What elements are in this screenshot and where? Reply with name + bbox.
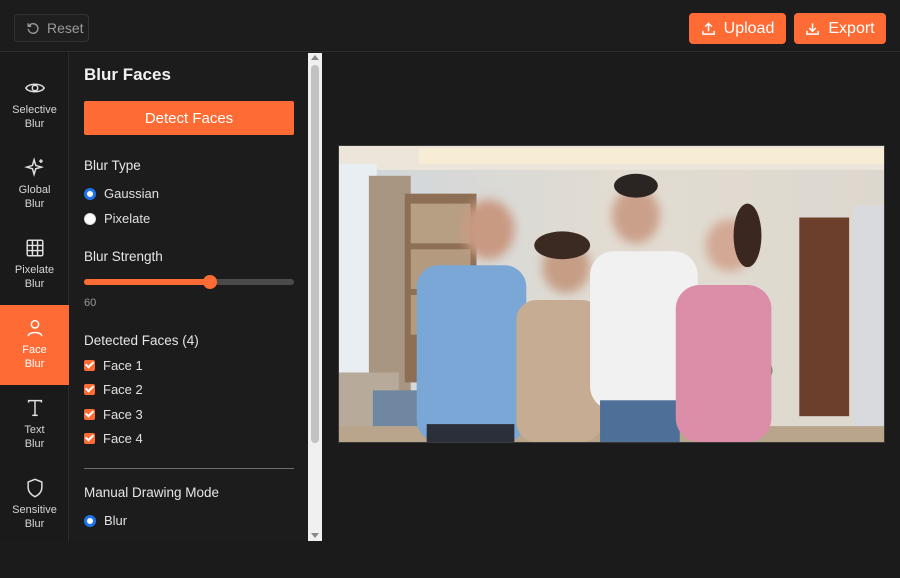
tool-sensitive-blur[interactable]: Sensitive Blur	[0, 465, 69, 545]
checkbox[interactable]	[84, 409, 95, 420]
blur-strength-value: 60	[84, 297, 97, 309]
tool-label: Blur	[24, 438, 45, 450]
checkbox[interactable]	[84, 384, 95, 395]
eye-icon	[24, 83, 45, 93]
tool-selective-blur[interactable]: Selective Blur	[0, 65, 69, 145]
panel-title: Blur Faces	[84, 65, 171, 84]
text-icon	[27, 399, 42, 417]
blur-strength-slider[interactable]	[84, 275, 294, 289]
tool-label: Blur	[24, 198, 45, 210]
radio-gaussian[interactable]: Gaussian	[84, 186, 159, 201]
tool-label: Pixelate	[14, 264, 55, 276]
tool-label: Selective	[12, 104, 57, 116]
upload-label: Upload	[723, 19, 775, 37]
blur-strength-label: Blur Strength	[84, 249, 163, 264]
family-photo[interactable]	[338, 145, 885, 443]
tool-text-blur[interactable]: Text Blur	[0, 385, 69, 465]
slider-thumb[interactable]	[203, 275, 217, 289]
photo-illustration	[339, 146, 884, 442]
checkbox[interactable]	[84, 433, 95, 444]
face-checkbox-1[interactable]: Face 1	[84, 358, 143, 373]
sparkle-icon	[23, 157, 44, 178]
reset-label: Reset	[47, 20, 84, 36]
image-canvas	[322, 53, 900, 541]
face-label: Face 4	[103, 431, 143, 446]
radio-label: Blur	[104, 513, 128, 528]
face-checkbox-3[interactable]: Face 3	[84, 407, 143, 422]
reset-button[interactable]: Reset	[14, 14, 89, 42]
radio-manual-blur[interactable]: Blur	[84, 513, 127, 528]
top-toolbar: Reset Upload Export	[0, 0, 900, 52]
radio-label: Pixelate	[104, 211, 151, 226]
scroll-up-arrow-icon[interactable]	[311, 55, 319, 60]
tool-global-blur[interactable]: Global Blur	[0, 145, 69, 225]
radio-button[interactable]	[84, 514, 96, 527]
radio-pixelate[interactable]: Pixelate	[84, 211, 150, 226]
radio-button[interactable]	[84, 187, 96, 200]
panel-scrollbar[interactable]	[308, 53, 322, 541]
detected-faces-label: Detected Faces (4)	[84, 333, 199, 348]
upload-icon	[701, 22, 715, 35]
detect-faces-button[interactable]: Detect Faces	[84, 101, 294, 135]
grid-icon	[25, 239, 44, 257]
face-checkbox-2[interactable]: Face 2	[84, 382, 143, 397]
export-button[interactable]: Export	[794, 13, 886, 44]
blur-type-label: Blur Type	[84, 158, 141, 173]
face-label: Face 1	[103, 358, 143, 373]
tool-label: Blur	[24, 118, 45, 130]
tool-rail: Selective Blur Global Blur Pixelate Blur…	[0, 53, 69, 541]
tool-label: Sensitive	[12, 504, 57, 516]
radio-button[interactable]	[84, 212, 96, 225]
tool-label: Global	[18, 184, 51, 196]
checkbox[interactable]	[84, 360, 95, 371]
tool-label: Face	[22, 344, 47, 356]
tool-label: Blur	[24, 518, 45, 530]
upload-button[interactable]: Upload	[689, 13, 786, 44]
reset-icon	[27, 23, 39, 34]
section-divider	[84, 468, 294, 469]
scroll-down-arrow-icon[interactable]	[311, 533, 319, 538]
tool-face-blur[interactable]: Face Blur	[0, 305, 69, 385]
person-icon	[26, 319, 43, 337]
tool-label: Blur	[24, 358, 45, 370]
face-label: Face 3	[103, 407, 143, 422]
tool-pixelate-blur[interactable]: Pixelate Blur	[0, 225, 69, 305]
shield-icon	[26, 478, 43, 498]
face-blur-panel: Blur Faces Detect Faces Blur Type Gaussi…	[70, 53, 308, 541]
face-label: Face 2	[103, 382, 143, 397]
radio-label: Gaussian	[104, 186, 159, 201]
export-label: Export	[828, 19, 875, 37]
tool-label: Text	[24, 424, 45, 436]
manual-drawing-label: Manual Drawing Mode	[84, 485, 220, 500]
export-icon	[806, 23, 820, 35]
face-checkbox-4[interactable]: Face 4	[84, 431, 143, 446]
slider-fill	[84, 279, 210, 285]
scroll-thumb[interactable]	[311, 65, 319, 443]
tool-label: Blur	[24, 278, 45, 290]
